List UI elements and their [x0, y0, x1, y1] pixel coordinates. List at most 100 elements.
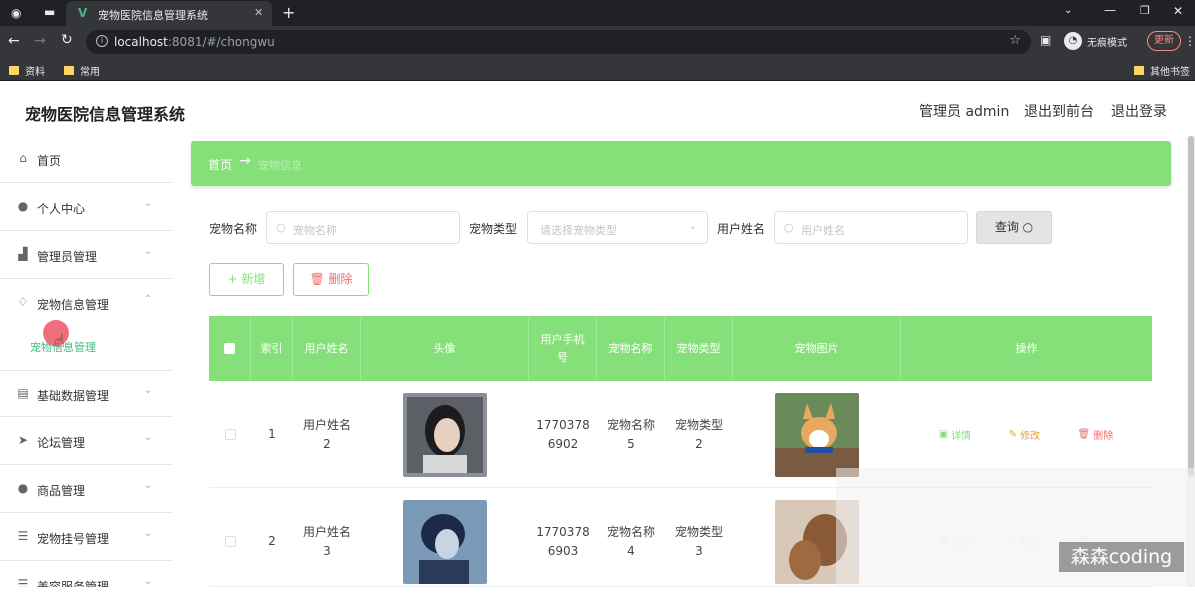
document-icon: ▣	[938, 429, 949, 440]
hand-cursor-icon: ☝	[54, 331, 65, 352]
app-header: 宠物医院信息管理系统 管理员 admin 退出到前台 退出登录	[0, 84, 1195, 136]
folder-icon	[64, 66, 74, 75]
add-button[interactable]: + 新增	[209, 263, 284, 296]
trash-icon: 🗑	[1077, 429, 1091, 440]
close-tab-icon[interactable]: ✕	[254, 6, 263, 19]
home-icon: ⌂	[19, 151, 27, 165]
header-user-name[interactable]: 用户姓名	[293, 316, 361, 381]
user-name-input[interactable]: ○ 用户姓名	[774, 211, 968, 244]
detail-button[interactable]: ▣详情	[939, 427, 971, 442]
user-icon: ●	[17, 199, 29, 213]
header-pet-image[interactable]: 宠物图片	[733, 316, 901, 381]
breadcrumb-current: 宠物信息	[258, 159, 302, 172]
bell-icon: ♢	[17, 295, 29, 309]
window-close-icon[interactable]: ✕	[1173, 4, 1183, 18]
pet-name-input[interactable]: ○ 宠物名称	[266, 211, 460, 244]
browser-tab-bar: ◉ ▬ V 宠物医院信息管理系统 ✕ + ⌄ — ❐ ✕	[0, 0, 1195, 26]
cell-phone: 1770378 6902	[536, 417, 590, 451]
cell-phone: 1770378 6903	[536, 524, 590, 558]
cell-pet-name: 宠物名称 5	[606, 417, 655, 451]
search-icon: ○	[276, 221, 286, 234]
sidebar-item-pet-info[interactable]: ♢ 宠物信息管理 ⌃	[0, 280, 173, 327]
back-icon[interactable]: ←	[8, 33, 20, 49]
search-icon: ○	[784, 221, 794, 234]
app-title: 宠物医院信息管理系统	[25, 105, 186, 124]
trash-icon: 🗑	[309, 272, 329, 286]
cell-index: 2	[268, 534, 276, 548]
cell-avatar	[361, 488, 529, 595]
chevron-down-icon[interactable]: ⌄	[1064, 5, 1072, 16]
cell-avatar	[361, 381, 529, 488]
reload-icon[interactable]: ↻	[61, 32, 73, 48]
row-checkbox-cell[interactable]	[209, 488, 251, 595]
other-bookmarks[interactable]: 其他书签	[1134, 63, 1190, 78]
exit-front-link[interactable]: 退出到前台	[1024, 101, 1094, 121]
header-operations: 操作	[1015, 341, 1038, 355]
row-checkbox-cell[interactable]	[209, 381, 251, 488]
folder-icon	[1134, 66, 1144, 75]
tab-overview-icon[interactable]: ▬	[44, 5, 55, 19]
scrollbar-thumb[interactable]	[1188, 136, 1194, 476]
sidebar-subitem-pet-info[interactable]: 宠物信息管理	[0, 323, 173, 368]
query-button[interactable]: 查询 ○	[976, 211, 1052, 244]
bookmark-item[interactable]: 常用	[64, 63, 100, 78]
logout-link[interactable]: 退出登录	[1111, 101, 1167, 121]
minimize-icon[interactable]: —	[1104, 3, 1116, 17]
header-select-all[interactable]	[209, 316, 251, 381]
chevron-down-icon: ⌄	[688, 221, 697, 232]
pet-name-label: 宠物名称	[209, 222, 258, 236]
checkbox[interactable]	[224, 536, 236, 547]
sidebar-item-admin[interactable]: ▟ 管理员管理 ⌄	[0, 232, 173, 279]
browser-tab[interactable]: V 宠物医院信息管理系统 ✕	[66, 1, 272, 26]
address-bar[interactable]: i localhost:8081/#/chongwu ☆	[86, 30, 1031, 54]
incognito-indicator[interactable]: ◔ 无痕模式	[1064, 32, 1127, 50]
info-icon[interactable]: i	[96, 35, 108, 47]
update-button[interactable]: 更新	[1147, 31, 1181, 51]
sidebar-item-registration[interactable]: ☰ 宠物挂号管理 ⌄	[0, 514, 173, 561]
cell-index: 1	[268, 427, 276, 441]
sidebar-item-profile[interactable]: ● 个人中心 ⌄	[0, 184, 173, 231]
header-pet-type[interactable]: 宠物类型	[665, 316, 733, 381]
restore-icon[interactable]: ❐	[1140, 4, 1150, 17]
sidebar-item-goods[interactable]: ● 商品管理 ⌄	[0, 466, 173, 513]
sidebar-item-basic-data[interactable]: ▤ 基础数据管理 ⌄	[0, 370, 173, 417]
table-header: 索引 用户姓名 头像 用户手机号 宠物名称 宠物类型 宠物图片 操作	[209, 316, 1152, 381]
sidepanel-icon[interactable]: ▣	[1040, 33, 1051, 47]
bookmark-star-icon[interactable]: ☆	[1009, 33, 1021, 48]
avatar	[403, 392, 487, 477]
checkbox[interactable]	[224, 429, 236, 440]
header-pet-name[interactable]: 宠物名称	[597, 316, 665, 381]
list-icon: ☰	[17, 529, 29, 543]
arrow-right-icon: →	[239, 153, 251, 169]
pet-type-select[interactable]: 请选择宠物类型 ⌄	[527, 211, 708, 244]
header-index[interactable]: 索引	[251, 316, 293, 381]
pencil-icon: ✎	[1008, 429, 1018, 440]
new-tab-icon[interactable]: +	[282, 3, 295, 22]
sidebar-item-home[interactable]: ⌂ 首页	[0, 136, 173, 183]
forward-icon[interactable]: →	[34, 33, 46, 49]
list-icon: ☰	[17, 577, 29, 587]
edit-button[interactable]: ✎修改	[1009, 427, 1040, 442]
pet-type-label: 宠物类型	[469, 222, 518, 236]
row-delete-button[interactable]: 🗑删除	[1078, 427, 1114, 442]
bookmark-item[interactable]: 资料	[9, 63, 45, 78]
checkbox[interactable]	[224, 343, 235, 354]
sidebar-item-forum[interactable]: ➤ 论坛管理 ⌄	[0, 418, 173, 465]
chevron-down-icon: ⌄	[144, 480, 153, 491]
sidebar-item-beauty[interactable]: ☰ 美容服务管理 ⌄	[0, 562, 173, 587]
admin-icon: ▟	[18, 247, 28, 261]
breadcrumb-home[interactable]: 首页	[208, 156, 232, 173]
chevron-down-icon: ⌄	[144, 385, 153, 396]
chevron-down-icon: ⌄	[144, 528, 153, 539]
pet-image	[775, 392, 859, 477]
menu-dots-icon[interactable]: ⋮	[1184, 34, 1195, 48]
globe-icon[interactable]: ◉	[11, 6, 21, 20]
header-avatar[interactable]: 头像	[361, 316, 529, 381]
chevron-down-icon: ⌄	[144, 432, 153, 443]
url-text: localhost:8081/#/chongwu	[114, 35, 275, 49]
incognito-icon: ◔	[1064, 32, 1082, 50]
search-icon: ○	[1022, 220, 1034, 234]
header-phone[interactable]: 用户手机号	[529, 316, 597, 381]
delete-button[interactable]: 🗑 删除	[293, 263, 369, 296]
send-icon: ➤	[17, 433, 29, 447]
